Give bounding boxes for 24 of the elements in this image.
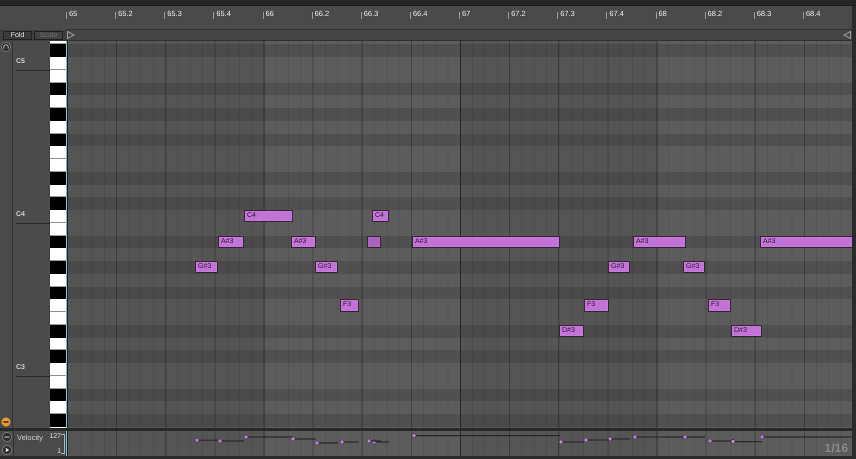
minus-circle-icon[interactable] xyxy=(1,417,11,427)
velocity-marker[interactable] xyxy=(366,438,381,444)
headphones-icon[interactable] xyxy=(1,42,11,52)
velocity-marker[interactable] xyxy=(584,438,609,442)
velocity-marker[interactable] xyxy=(708,438,731,444)
velocity-marker[interactable] xyxy=(760,434,852,440)
piano-keyboard[interactable] xyxy=(50,41,66,428)
velocity-marker[interactable] xyxy=(608,436,630,442)
loop-end-icon[interactable] xyxy=(843,31,851,39)
velocity-marker[interactable] xyxy=(372,440,389,444)
velocity-marker[interactable] xyxy=(682,434,705,440)
velocity-marker[interactable] xyxy=(340,440,359,444)
velocity-marker[interactable] xyxy=(730,439,762,444)
velocity-marker[interactable] xyxy=(218,438,244,444)
velocity-marker[interactable] xyxy=(244,434,293,440)
velocity-marker[interactable] xyxy=(314,440,338,446)
velocity-marker[interactable] xyxy=(558,440,584,444)
velocity-marker[interactable] xyxy=(194,438,218,442)
play-icon[interactable] xyxy=(2,444,12,455)
velocity-marker[interactable] xyxy=(412,433,560,438)
minus-circle-icon[interactable] xyxy=(2,432,12,442)
loop-start-icon[interactable] xyxy=(67,31,75,39)
velocity-marker[interactable] xyxy=(290,436,316,442)
midi-note[interactable] xyxy=(367,236,381,248)
